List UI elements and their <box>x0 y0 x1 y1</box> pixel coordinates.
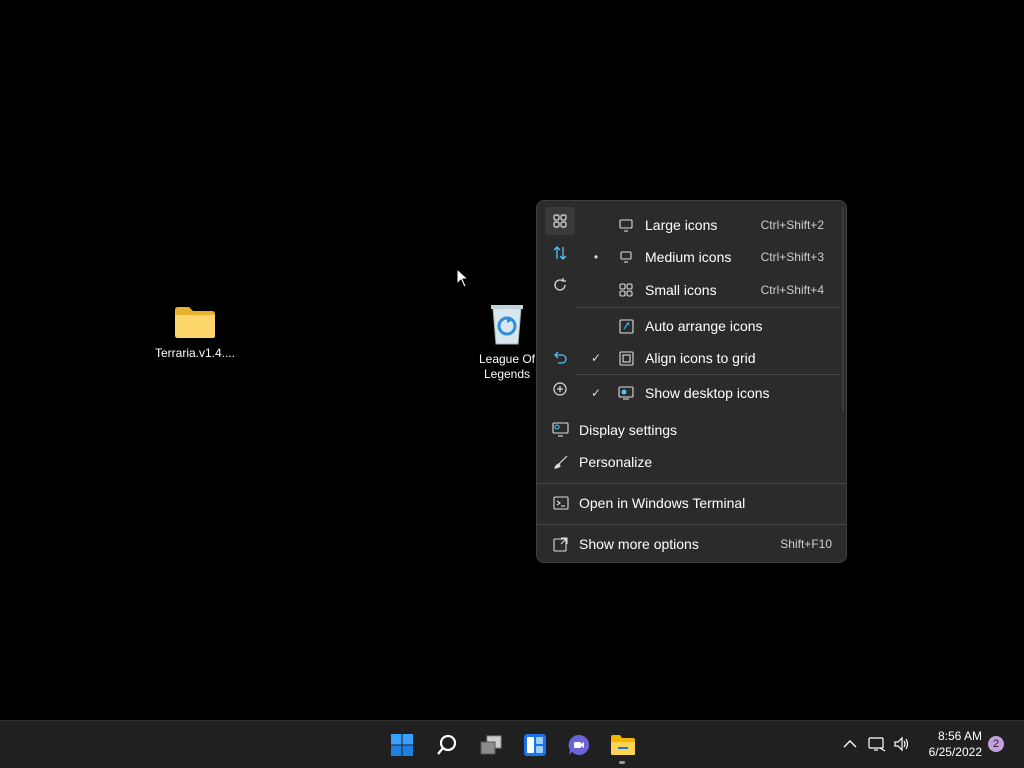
submenu-separator <box>576 307 840 308</box>
clock-date: 6/25/2022 <box>928 745 982 759</box>
auto-arrange-icon <box>618 318 634 334</box>
menu-separator <box>537 524 846 525</box>
option-mark: • <box>593 250 599 264</box>
checkmark-icon: ✓ <box>590 386 602 400</box>
mouse-cursor-icon <box>456 268 470 288</box>
new-button[interactable] <box>545 375 575 403</box>
start-button[interactable] <box>384 727 420 763</box>
widgets-icon <box>524 734 546 756</box>
widgets-button[interactable] <box>517 727 553 763</box>
menu-separator <box>537 483 846 484</box>
align-to-grid-option[interactable]: ✓ Align icons to grid <box>576 343 840 373</box>
chat-button[interactable] <box>561 727 597 763</box>
sort-button[interactable] <box>545 239 575 267</box>
undo-button[interactable] <box>545 343 575 371</box>
item-label: Show more options <box>579 536 699 552</box>
search-button[interactable] <box>429 727 465 763</box>
sort-icon <box>553 246 567 260</box>
clock[interactable]: 8:56 AM 6/25/2022 <box>916 728 982 760</box>
refresh-button[interactable] <box>545 271 575 299</box>
volume-icon <box>894 736 909 752</box>
desktop-icon-label-line1: League Of <box>478 352 536 366</box>
desktop-context-menu: Large icons Ctrl+Shift+2 • Medium icons … <box>536 200 847 563</box>
expand-icon <box>552 535 570 553</box>
refresh-icon <box>554 278 566 291</box>
chat-icon <box>568 734 590 755</box>
volume-button[interactable] <box>893 735 911 753</box>
search-icon <box>437 734 457 755</box>
item-shortcut: Shift+F10 <box>780 537 832 551</box>
option-label: Medium icons <box>645 249 732 265</box>
small-icons-option[interactable]: Small icons Ctrl+Shift+4 <box>576 275 840 305</box>
view-icon <box>553 214 567 228</box>
item-label: Personalize <box>579 454 653 470</box>
item-label: Open in Windows Terminal <box>579 495 746 511</box>
clock-time: 8:56 AM <box>937 729 982 743</box>
open-terminal-item[interactable]: Open in Windows Terminal <box>545 488 840 518</box>
brush-icon <box>552 453 570 471</box>
desktop-icon-terraria[interactable]: Terraria.v1.4.... <box>152 304 238 361</box>
auto-arrange-option[interactable]: Auto arrange icons <box>576 311 840 341</box>
option-label: Show desktop icons <box>645 385 770 401</box>
view-button[interactable] <box>545 207 575 235</box>
desktop-icon-label-line2: Legends <box>483 367 531 381</box>
display-settings-item[interactable]: Display settings <box>545 415 840 445</box>
personalize-item[interactable]: Personalize <box>545 447 840 477</box>
desktop-icon-label: Terraria.v1.4.... <box>154 346 236 360</box>
option-shortcut: Ctrl+Shift+3 <box>760 250 824 264</box>
show-desktop-icons-option[interactable]: ✓ Show desktop icons <box>576 378 840 408</box>
file-explorer-icon <box>611 735 635 755</box>
show-desktop-icon <box>618 385 634 401</box>
chevron-up-icon <box>843 740 857 748</box>
notification-badge[interactable]: 2 <box>988 736 1004 752</box>
submenu-separator <box>576 374 840 375</box>
monitor-large-icon <box>618 217 634 233</box>
show-hidden-icons-button[interactable] <box>841 735 859 753</box>
grid-small-icon <box>618 282 634 298</box>
large-icons-option[interactable]: Large icons Ctrl+Shift+2 <box>576 210 840 240</box>
option-shortcut: Ctrl+Shift+4 <box>760 283 824 297</box>
option-label: Large icons <box>645 217 718 233</box>
option-label: Auto arrange icons <box>645 318 763 334</box>
task-view-icon <box>480 735 502 755</box>
item-label: Display settings <box>579 422 678 438</box>
folder-icon <box>175 307 215 338</box>
show-more-options-item[interactable]: Show more options Shift+F10 <box>545 529 840 559</box>
file-explorer-button[interactable] <box>605 727 641 763</box>
new-icon <box>553 382 567 396</box>
start-icon <box>391 734 413 756</box>
network-icon <box>868 737 886 752</box>
checkmark-icon: ✓ <box>590 351 602 365</box>
terminal-icon <box>552 494 570 512</box>
display-settings-icon <box>552 421 570 439</box>
active-app-indicator <box>619 761 625 764</box>
network-button[interactable] <box>868 735 886 753</box>
option-label: Small icons <box>645 282 717 298</box>
option-label: Align icons to grid <box>645 350 756 366</box>
option-shortcut: Ctrl+Shift+2 <box>760 218 824 232</box>
align-grid-icon <box>618 350 634 366</box>
medium-icons-option[interactable]: • Medium icons Ctrl+Shift+3 <box>576 242 840 272</box>
undo-icon <box>554 351 567 364</box>
recycle-bin-icon <box>491 305 523 345</box>
taskbar: 8:56 AM 6/25/2022 2 <box>0 720 1024 768</box>
view-submenu: Large icons Ctrl+Shift+2 • Medium icons … <box>576 207 844 411</box>
task-view-button[interactable] <box>473 727 509 763</box>
desktop-icon-league-of-legends[interactable]: League Of Legends <box>470 302 544 382</box>
monitor-medium-icon <box>618 249 634 265</box>
